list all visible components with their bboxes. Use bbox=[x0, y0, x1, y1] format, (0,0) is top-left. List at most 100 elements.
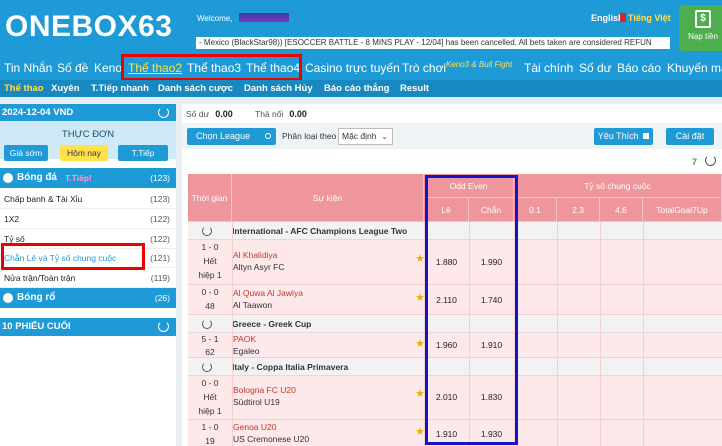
live-tag: T.Tiếp! bbox=[65, 173, 92, 183]
sidebar-item-halftime-fulltime[interactable]: Nửa trận/Toàn trận (119) bbox=[0, 268, 176, 288]
subnav-cancelled-list[interactable]: Danh sách Hủy bbox=[244, 83, 313, 94]
site-logo[interactable]: ONEBOX63 bbox=[5, 10, 172, 44]
league-name: International - AFC Champions League Two bbox=[232, 226, 408, 236]
column-divider bbox=[643, 222, 644, 446]
header-time: Thời gian bbox=[188, 174, 232, 222]
balance-display: Số dư 0.00 bbox=[186, 109, 233, 119]
match-time: 0 - 0 48 bbox=[188, 287, 232, 312]
sport-basketball-header[interactable]: Bóng rổ (26) bbox=[0, 288, 176, 308]
radio-icon bbox=[265, 133, 271, 139]
refresh-icon[interactable] bbox=[202, 226, 212, 236]
sport-count: (123) bbox=[150, 173, 170, 183]
highlight-box-odd-even bbox=[1, 243, 145, 270]
sport-name: Bóng đá bbox=[17, 172, 57, 183]
sidebar-item-count: (119) bbox=[150, 273, 170, 283]
last-tickets-header[interactable]: 10 PHIẾU CUỐI bbox=[0, 318, 176, 336]
sidebar-item-1x2[interactable]: 1X2 (122) bbox=[0, 209, 176, 229]
sidebar-date: 2024-12-04 VND bbox=[0, 104, 176, 121]
refresh-icon[interactable] bbox=[202, 362, 212, 372]
sidebar-item-label: Nửa trận/Toàn trận bbox=[4, 273, 76, 283]
match-status: 62 bbox=[205, 347, 215, 357]
lang-english-link[interactable]: English bbox=[591, 13, 624, 23]
sort-select[interactable]: Mặc định ⌄ bbox=[338, 128, 393, 145]
vietnam-flag-icon bbox=[620, 13, 626, 22]
early-market-button[interactable]: Giá sớm bbox=[4, 145, 48, 161]
choose-league-label: Chọn League bbox=[196, 131, 251, 141]
live-button[interactable]: T.Tiếp bbox=[118, 145, 168, 161]
home-team: Genoa U20 bbox=[233, 422, 277, 432]
header-event: Sự kiện bbox=[232, 174, 424, 222]
away-team: US Cremonese U20 bbox=[233, 434, 310, 444]
nav-promotions[interactable]: Khuyến mã bbox=[667, 61, 722, 75]
away-team: Egaleo bbox=[233, 346, 260, 356]
refresh-icon[interactable] bbox=[705, 155, 716, 166]
subnav-result[interactable]: Result bbox=[400, 83, 429, 94]
refresh-icon[interactable] bbox=[158, 107, 169, 118]
nav-keno[interactable]: Keno bbox=[94, 61, 122, 75]
today-button[interactable]: Hôm nay bbox=[60, 145, 108, 161]
deposit-button[interactable]: $ Nạp tiền bbox=[679, 5, 722, 51]
column-divider bbox=[557, 222, 558, 446]
sport-football-header[interactable]: Bóng đá T.Tiếp! (123) bbox=[0, 168, 176, 188]
match-time: 5 - 1 62 bbox=[188, 334, 232, 358]
match-score: 1 - 0 bbox=[201, 242, 219, 252]
basketball-icon bbox=[3, 293, 13, 303]
refresh-icon[interactable] bbox=[158, 321, 169, 332]
sidebar-item-count: (122) bbox=[150, 234, 170, 244]
subnav-sports[interactable]: Thể thao bbox=[4, 83, 44, 94]
header-goals-7-up: TotalGoal7Up bbox=[643, 198, 722, 222]
welcome-text: Welcome, bbox=[197, 14, 233, 23]
league-name: Greece - Greek Cup bbox=[232, 319, 312, 329]
subnav-parlay[interactable]: Xuyên bbox=[51, 83, 80, 94]
sidebar-item-handicap-ou[interactable]: Chấp banh & Tài Xỉu (123) bbox=[0, 189, 176, 209]
balance-value: 0.00 bbox=[215, 109, 233, 119]
subnav-win-report[interactable]: Báo cáo thắng bbox=[324, 83, 389, 94]
away-team: Al Taawon bbox=[233, 300, 273, 310]
refresh-icon[interactable] bbox=[202, 319, 212, 329]
nav-reports[interactable]: Báo cáo bbox=[617, 61, 661, 75]
nav-lottery[interactable]: Số đề bbox=[57, 61, 88, 75]
match-status: Hết bbox=[203, 256, 217, 266]
match-time: 0 - 0 Hết hiệp 1 bbox=[188, 378, 232, 417]
match-status: Hết bbox=[203, 392, 217, 402]
menu-title: THỰC ĐƠN bbox=[61, 129, 115, 140]
away-team: Südtirol U19 bbox=[233, 397, 280, 407]
sidebar-item-count: (123) bbox=[150, 194, 170, 204]
header-goals-4-6: 4.6 bbox=[600, 198, 643, 222]
match-status: 19 bbox=[205, 436, 215, 446]
match-score: 1 - 0 bbox=[201, 422, 219, 432]
sort-select-value: Mặc định bbox=[342, 131, 377, 141]
highlight-box-odd-even-column bbox=[425, 175, 518, 445]
sidebar-item-count: (121) bbox=[150, 253, 170, 263]
header-goals-2-3: 2.3 bbox=[557, 198, 600, 222]
nav-keno3-bullfight[interactable]: Keno3 & Bull Fight bbox=[446, 60, 512, 69]
soccer-ball-icon bbox=[3, 173, 13, 183]
sort-by-label: Phân loại theo bbox=[282, 131, 337, 141]
float-label: Thả nổi bbox=[255, 109, 284, 119]
nav-messages[interactable]: Tin Nhắn bbox=[4, 61, 52, 75]
sport-count: (26) bbox=[154, 293, 170, 303]
nav-finance[interactable]: Tài chính bbox=[524, 61, 573, 75]
subnav-bet-list[interactable]: Danh sách cược bbox=[158, 83, 233, 94]
balance-label: Số dư bbox=[186, 109, 210, 119]
lang-vietnamese-link[interactable]: Tiếng Việt bbox=[628, 13, 671, 23]
top-header: ONEBOX63 Welcome, English Tiếng Việt $ N… bbox=[0, 0, 722, 57]
match-status: 48 bbox=[205, 301, 215, 311]
sidebar-item-count: (122) bbox=[150, 214, 170, 224]
nav-balance[interactable]: Số dư bbox=[579, 61, 612, 75]
home-team: PAOK bbox=[233, 334, 256, 344]
nav-live-casino[interactable]: Casino trực tuyến bbox=[305, 61, 400, 75]
favorites-button[interactable]: Yêu Thích bbox=[594, 128, 653, 145]
away-team: Altyn Asyr FC bbox=[233, 262, 285, 272]
match-time: 1 - 0 Hết hiệp 1 bbox=[188, 242, 232, 281]
filter-toolbar: Chọn League Phân loại theo Mặc định ⌄ Yê… bbox=[182, 123, 722, 149]
settings-button[interactable]: Cài đặt bbox=[666, 128, 714, 145]
header-final-score: Tỷ số chung cuộc bbox=[514, 174, 722, 198]
sidebar-item-label: Chấp banh & Tài Xỉu bbox=[4, 194, 83, 204]
nav-games[interactable]: Trò chơi bbox=[402, 61, 446, 75]
event-count: 7 bbox=[692, 157, 698, 167]
choose-league-button[interactable]: Chọn League bbox=[187, 128, 276, 145]
menu-panel: THỰC ĐƠN Giá sớm Hôm nay T.Tiếp bbox=[0, 121, 176, 161]
subnav-quick-live[interactable]: T.Tiếp nhanh bbox=[91, 83, 149, 94]
column-divider bbox=[600, 222, 601, 446]
